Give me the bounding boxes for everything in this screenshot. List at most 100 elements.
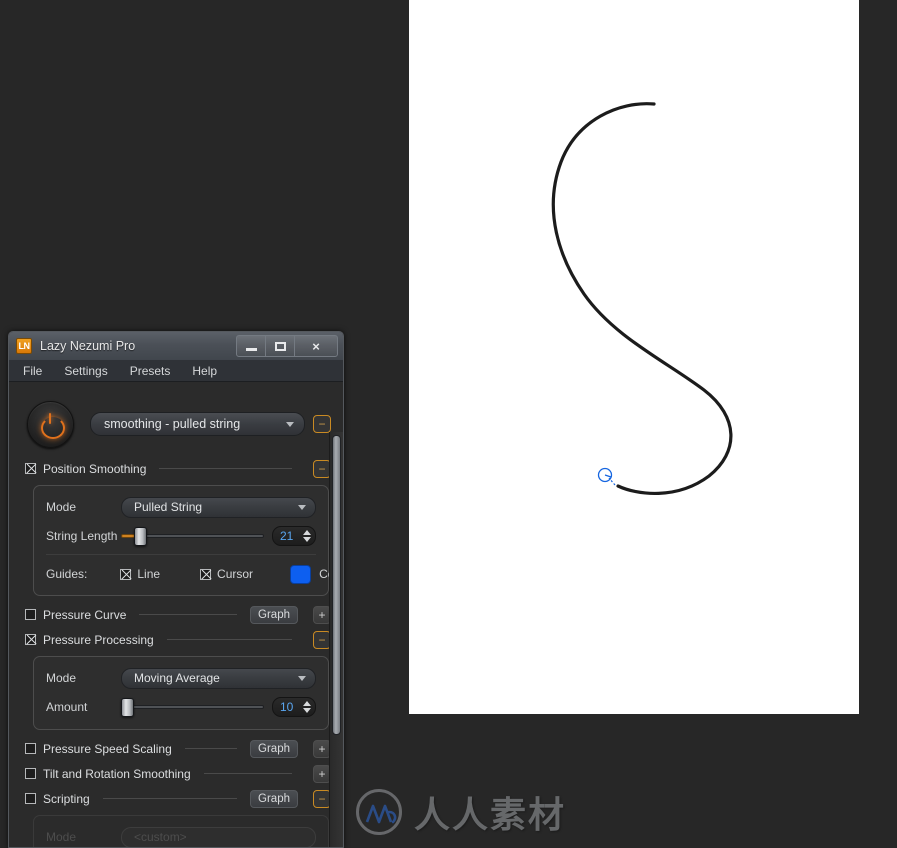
guide-line-item[interactable]: Line xyxy=(120,567,160,581)
close-icon: × xyxy=(312,340,320,353)
header-divider xyxy=(185,748,237,749)
watermark-text: 人人素材 xyxy=(414,786,566,838)
tilt-and-rotation-smoothing-checkbox[interactable] xyxy=(25,768,36,779)
scripting-group: Mode <custom> Code xyxy=(33,815,329,848)
pressure-amount-label: Amount xyxy=(46,700,121,714)
stepper-up-icon[interactable] xyxy=(303,530,311,535)
pressure-speed-scaling-graph-button[interactable]: Graph xyxy=(250,740,298,758)
guide-line-label: Line xyxy=(137,567,160,581)
lazy-nezumi-window: LN Lazy Nezumi Pro × File Settings Prese… xyxy=(8,331,344,848)
minimize-button[interactable] xyxy=(237,336,266,356)
drawing-canvas[interactable] xyxy=(409,0,859,714)
header-divider xyxy=(167,639,292,640)
pressure-amount-value: 10 xyxy=(280,700,302,714)
menu-item-presets[interactable]: Presets xyxy=(130,364,171,378)
stepper-up-icon[interactable] xyxy=(303,701,311,706)
stepper-down-icon[interactable] xyxy=(303,708,311,713)
cursor-guide-tick xyxy=(605,475,611,477)
power-toggle-button[interactable] xyxy=(27,401,74,448)
minimize-icon xyxy=(246,348,257,351)
section-header-position-smoothing: Position Smoothing − xyxy=(9,456,343,481)
header-divider xyxy=(204,773,292,774)
pressure-curve-graph-button[interactable]: Graph xyxy=(250,606,298,624)
chevron-down-icon xyxy=(298,505,306,510)
guide-color-swatch[interactable] xyxy=(290,565,311,584)
watermark-logo-icon xyxy=(356,789,402,835)
window-controls: × xyxy=(236,335,338,357)
header-divider xyxy=(103,798,237,799)
scripting-mode-value: <custom> xyxy=(134,830,187,844)
chevron-down-icon xyxy=(298,676,306,681)
maximize-button[interactable] xyxy=(266,336,295,356)
slider-thumb[interactable] xyxy=(134,527,147,546)
pressure-mode-dropdown[interactable]: Moving Average xyxy=(121,668,316,689)
string-length-slider[interactable] xyxy=(121,526,264,546)
pressure-speed-scaling-checkbox[interactable] xyxy=(25,743,36,754)
scripting-mode-label: Mode xyxy=(46,830,121,844)
preset-dropdown[interactable]: smoothing - pulled string xyxy=(90,412,305,436)
guide-cursor-checkbox[interactable] xyxy=(200,569,211,580)
pressure-curve-checkbox[interactable] xyxy=(25,609,36,620)
position-mode-row: Mode Pulled String xyxy=(46,495,316,519)
header-divider xyxy=(159,468,292,469)
preset-row: smoothing - pulled string − xyxy=(9,392,343,456)
watermark: 人人素材 xyxy=(356,786,566,838)
title-bar[interactable]: LN Lazy Nezumi Pro × xyxy=(9,332,343,360)
pressure-mode-value: Moving Average xyxy=(134,671,220,685)
guides-label: Guides: xyxy=(46,567,87,581)
stepper-arrows-icon[interactable] xyxy=(302,530,311,542)
scripting-label: Scripting xyxy=(43,792,90,806)
close-button[interactable]: × xyxy=(295,336,337,356)
pressure-processing-checkbox[interactable] xyxy=(25,634,36,645)
chevron-down-icon xyxy=(286,422,294,427)
group-divider xyxy=(46,554,316,555)
scripting-mode-dropdown: <custom> xyxy=(121,827,316,848)
position-mode-label: Mode xyxy=(46,500,121,514)
menu-item-file[interactable]: File xyxy=(23,364,42,378)
settings-panel: smoothing - pulled string − Position Smo… xyxy=(9,382,343,848)
position-mode-value: Pulled String xyxy=(134,500,202,514)
pressure-speed-scaling-label: Pressure Speed Scaling xyxy=(43,742,172,756)
section-header-tilt-and-rotation-smoothing: Tilt and Rotation Smoothing + xyxy=(9,761,343,786)
position-smoothing-checkbox[interactable] xyxy=(25,463,36,474)
pressure-processing-label: Pressure Processing xyxy=(43,633,154,647)
canvas-stroke-svg xyxy=(409,0,859,714)
string-length-stepper[interactable]: 21 xyxy=(272,526,316,546)
pressure-curve-label: Pressure Curve xyxy=(43,608,126,622)
app-logo-icon: LN xyxy=(16,338,32,354)
power-icon xyxy=(40,413,62,435)
header-divider xyxy=(139,614,237,615)
preset-dropdown-value: smoothing - pulled string xyxy=(104,417,240,431)
pressure-amount-stepper[interactable]: 10 xyxy=(272,697,316,717)
guides-row: Guides: Line Cursor Color xyxy=(46,563,316,585)
brush-stroke xyxy=(553,104,731,494)
pressure-amount-slider[interactable] xyxy=(121,697,264,717)
menu-item-help[interactable]: Help xyxy=(192,364,217,378)
string-length-label: String Length xyxy=(46,529,121,543)
scripting-checkbox[interactable] xyxy=(25,793,36,804)
string-length-value: 21 xyxy=(280,529,302,543)
menu-item-settings[interactable]: Settings xyxy=(64,364,107,378)
panel-scrollbar-thumb[interactable] xyxy=(332,435,341,735)
section-header-pressure-curve: Pressure Curve Graph + xyxy=(9,602,343,627)
guide-cursor-label: Cursor xyxy=(217,567,253,581)
scripting-graph-button[interactable]: Graph xyxy=(250,790,298,808)
menu-bar: File Settings Presets Help xyxy=(9,360,343,382)
stepper-down-icon[interactable] xyxy=(303,537,311,542)
panel-scrollbar[interactable] xyxy=(329,432,343,848)
guide-cursor-item[interactable]: Cursor xyxy=(200,567,253,581)
pressure-mode-row: Mode Moving Average xyxy=(46,666,316,690)
watermark-glyph xyxy=(365,802,399,826)
guide-line-checkbox[interactable] xyxy=(120,569,131,580)
slider-track xyxy=(121,705,264,709)
string-length-row: String Length 21 xyxy=(46,524,316,548)
tilt-and-rotation-smoothing-label: Tilt and Rotation Smoothing xyxy=(43,767,191,781)
preset-collapse-button[interactable]: − xyxy=(313,415,331,433)
section-header-scripting: Scripting Graph − xyxy=(9,786,343,811)
stepper-arrows-icon[interactable] xyxy=(302,701,311,713)
slider-thumb[interactable] xyxy=(121,698,134,717)
pressure-amount-row: Amount 10 xyxy=(46,695,316,719)
window-title: Lazy Nezumi Pro xyxy=(40,339,135,353)
pressure-processing-group: Mode Moving Average Amount 10 xyxy=(33,656,329,730)
position-mode-dropdown[interactable]: Pulled String xyxy=(121,497,316,518)
